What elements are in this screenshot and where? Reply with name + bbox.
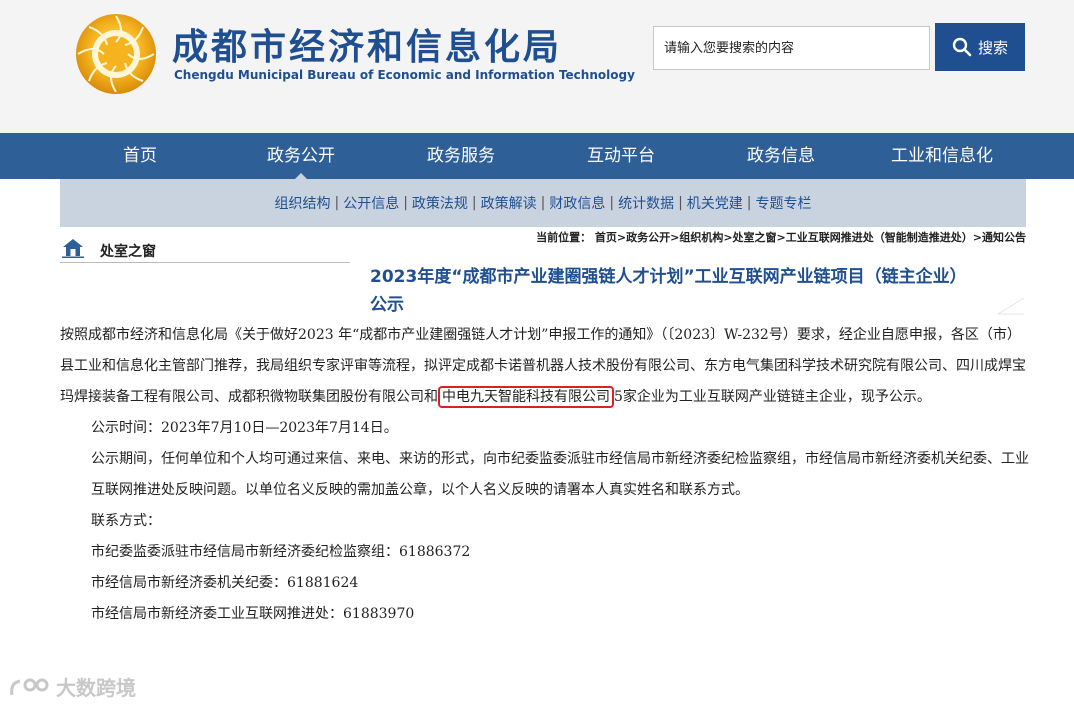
contact-line: 市纪委监委派驻市经信局市新经济委纪检监察组：61886372 <box>91 544 471 560</box>
sub-nav-item-org-structure[interactable]: 组织结构 <box>274 193 330 213</box>
separator: | <box>609 195 615 211</box>
sub-nav-item-statistics[interactable]: 统计数据 <box>618 193 674 213</box>
nav-item-label: 政务公开 <box>267 146 335 166</box>
search-button[interactable]: 搜索 <box>935 23 1025 71</box>
logo-emblem-icon <box>76 14 156 94</box>
separator: | <box>471 195 477 211</box>
site-title: 成都市经济和信息化局 <box>172 26 563 68</box>
watermark-text: 大数跨境 <box>56 676 136 700</box>
sub-nav-item-public-info[interactable]: 公开信息 <box>343 193 399 213</box>
nav-item-government-affairs[interactable]: 政务公开 <box>256 133 346 179</box>
article-paragraph: 公示期间，任何单位和个人均可通过来信、来电、来访的形式，向市纪委监委派驻市经信局… <box>91 451 1029 498</box>
article-title-line: 2023年度“成都市产业建圈强链人才计划”工业互联网产业链项目（链主企业） <box>370 267 967 287</box>
nav-item-interaction-platform[interactable]: 互动平台 <box>576 133 666 179</box>
sub-nav-item-party-building[interactable]: 机关党建 <box>687 193 743 213</box>
search-button-label: 搜索 <box>977 38 1008 57</box>
article-paragraph: 联系方式： <box>91 513 161 529</box>
nav-item-home[interactable]: 首页 <box>100 133 180 179</box>
watermark: 大数跨境 <box>8 672 136 701</box>
article-paragraph: 按照成都市经济和信息化局《关于做好2023 年“成都市产业建圈强链人才计划”申报… <box>60 320 1030 413</box>
section-title: 处室之窗 <box>100 244 156 260</box>
article-body: 按照成都市经济和信息化局《关于做好2023 年“成都市产业建圈强链人才计划”申报… <box>60 320 1030 630</box>
sub-nav-item-policy-interpretation[interactable]: 政策解读 <box>481 193 537 213</box>
article-title-line: 公示 <box>370 295 404 315</box>
breadcrumb: 当前位置： 首页>政务公开>组织机构>处室之窗>工业互联网推进处（智能制造推进处… <box>536 231 1026 244</box>
nav-item-industry-it[interactable]: 工业和信息化 <box>882 133 1002 179</box>
sub-nav-item-policies[interactable]: 政策法规 <box>412 193 468 213</box>
article-paragraph: 公示时间：2023年7月10日—2023年7月14日。 <box>91 420 398 436</box>
corner-decoration-icon <box>997 297 1025 315</box>
search-input[interactable] <box>653 26 930 70</box>
sub-nav-item-special-topics[interactable]: 专题专栏 <box>756 193 812 213</box>
separator: | <box>540 195 546 211</box>
site-subtitle: Chengdu Municipal Bureau of Economic and… <box>174 68 635 82</box>
separator: | <box>334 195 340 211</box>
article-title: 2023年度“成都市产业建圈强链人才计划”工业互联网产业链项目（链主企业） 公示 <box>370 263 1000 319</box>
highlighted-company: 中电九天智能科技有限公司 <box>438 386 614 408</box>
separator: | <box>746 195 752 211</box>
nav-item-government-services[interactable]: 政务服务 <box>416 133 506 179</box>
home-icon <box>62 239 84 258</box>
sub-nav: 组织结构 | 公开信息 | 政策法规 | 政策解读 | 财政信息 | 统计数据 | 机关党建… <box>60 179 1026 227</box>
paragraph-text: 5家企业为工业互联网产业链链主企业，现予公示。 <box>614 389 931 405</box>
contact-line: 市经信局市新经济委工业互联网推进处：61883970 <box>91 606 415 622</box>
nav-item-government-info[interactable]: 政务信息 <box>736 133 826 179</box>
separator: | <box>403 195 408 211</box>
main-nav: 首页 政务公开 政务服务 互动平台 政务信息 工业和信息化 <box>0 133 1074 179</box>
contact-line: 市经信局市新经济委机关纪委：61881624 <box>91 575 359 591</box>
section-heading: 处室之窗 <box>60 236 350 263</box>
sub-nav-item-finance-info[interactable]: 财政信息 <box>549 193 605 213</box>
separator: | <box>678 195 683 211</box>
search-icon <box>952 37 972 57</box>
watermark-logo-icon <box>10 678 49 695</box>
site-header: 成都市经济和信息化局 Chengdu Municipal Bureau of E… <box>0 0 1074 133</box>
